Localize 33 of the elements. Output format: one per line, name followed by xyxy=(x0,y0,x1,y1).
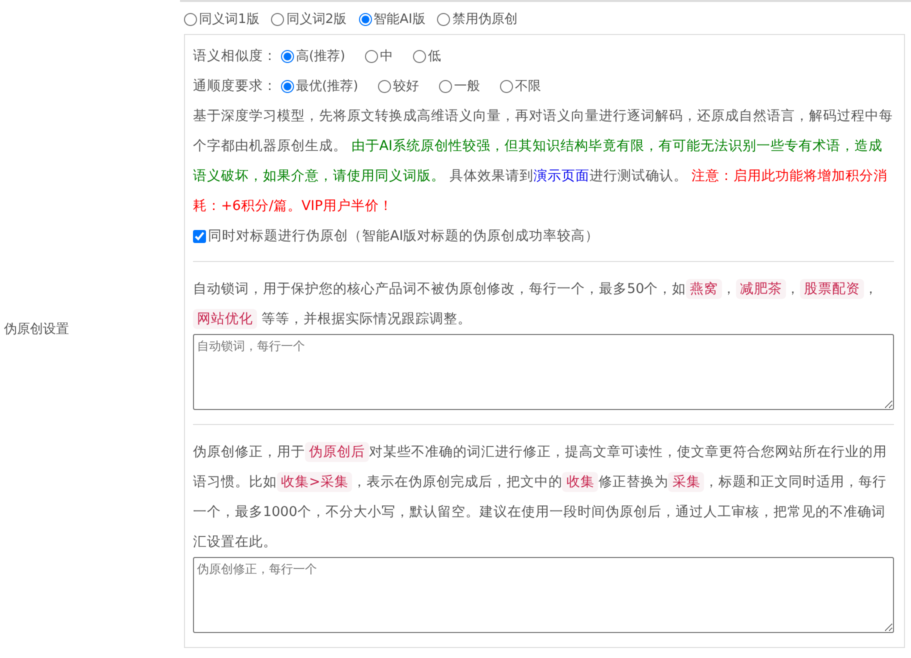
setting-radio-button[interactable] xyxy=(365,50,378,62)
mode-radio-button[interactable] xyxy=(271,12,284,26)
ai-description-paragraph: 基于深度学习模型，先将原文转换成高维语义向量，再对语义向量进行逐词解码，还原成自然语言，解码过程中每个字都由机器原创生成。 由于AI系统原创性较强，但其知识结构毕竟有限，有可能无法识别一些专有术语，造成语义破坏，如果介意，请使用同义词版。 具体效果请到演示页面进行测试确认。 注意：启用此功能将增加积分消耗：+6积分/篇。VIP用户半价！ xyxy=(193,107,894,216)
setting-option-label: 中 xyxy=(380,48,394,65)
corrections-description: 伪原创修正，用于 伪原创后 对某些不准确的词汇进行修正，提高文章可读性，使文章更符合您网站所在行业的用语习惯。比如 收集>采集 ，表示在伪原创完成后，把文中的 收集 修正替换为 采集 ，标题和正文同时适用，每行一个，最多1000个，不分大小写，默认留空。建议在使用一段时间伪原创后，通过人工审核，把常见的不准确词汇设置在此。 xyxy=(193,441,888,552)
setting-option-label: 不限 xyxy=(515,78,542,95)
setting-label: 语义相似度： xyxy=(193,47,277,65)
setting-radio-button[interactable] xyxy=(413,50,426,62)
corrections-input-field[interactable]: 伪原创修正，每行一个 xyxy=(193,557,894,633)
lock-words-input-field[interactable]: 自动锁词，每行一个 xyxy=(193,334,894,410)
setting-option-label: 低 xyxy=(428,48,442,65)
setting-option-label: 高(推荐) xyxy=(296,48,346,65)
setting-radio-button[interactable] xyxy=(378,80,392,92)
mode-option-label: 禁用伪原创 xyxy=(452,11,518,28)
section-label: 伪原创设置 xyxy=(3,321,69,338)
mode-radio-button[interactable] xyxy=(184,12,197,26)
setting-radio-button[interactable] xyxy=(281,50,294,62)
setting-option-label: 最优(推荐) xyxy=(296,78,358,95)
mode-option-label: 同义词2版 xyxy=(286,11,347,28)
mode-radio-button[interactable] xyxy=(437,12,450,26)
demo-page-link[interactable]: 演示页面 xyxy=(533,168,590,184)
lock-words-description: 自动锁词，用于保护您的核心产品词不被伪原创修改，每行一个，最多50个，如 燕窝 ， 减肥茶 ， 股票配资 ， 网站优化 等等，并根据实际情况跟踪调整。 xyxy=(193,278,880,331)
mode-option-label: 同义词1版 xyxy=(199,11,260,28)
setting-radio-button[interactable] xyxy=(500,80,514,92)
setting-radio-button[interactable] xyxy=(281,80,294,92)
title-rewrite-label: 同时对标题进行伪原创（智能AI版对标题的伪原创成功率较高） xyxy=(208,227,600,245)
title-rewrite-checkbox[interactable] xyxy=(193,230,206,242)
setting-option-label: 一般 xyxy=(454,78,480,95)
setting-label: 通顺度要求： xyxy=(193,77,277,95)
mode-option-label: 智能AI版 xyxy=(374,11,426,28)
mode-radio-button[interactable] xyxy=(358,12,372,26)
setting-radio-button[interactable] xyxy=(439,80,452,92)
setting-option-label: 较好 xyxy=(393,78,420,95)
